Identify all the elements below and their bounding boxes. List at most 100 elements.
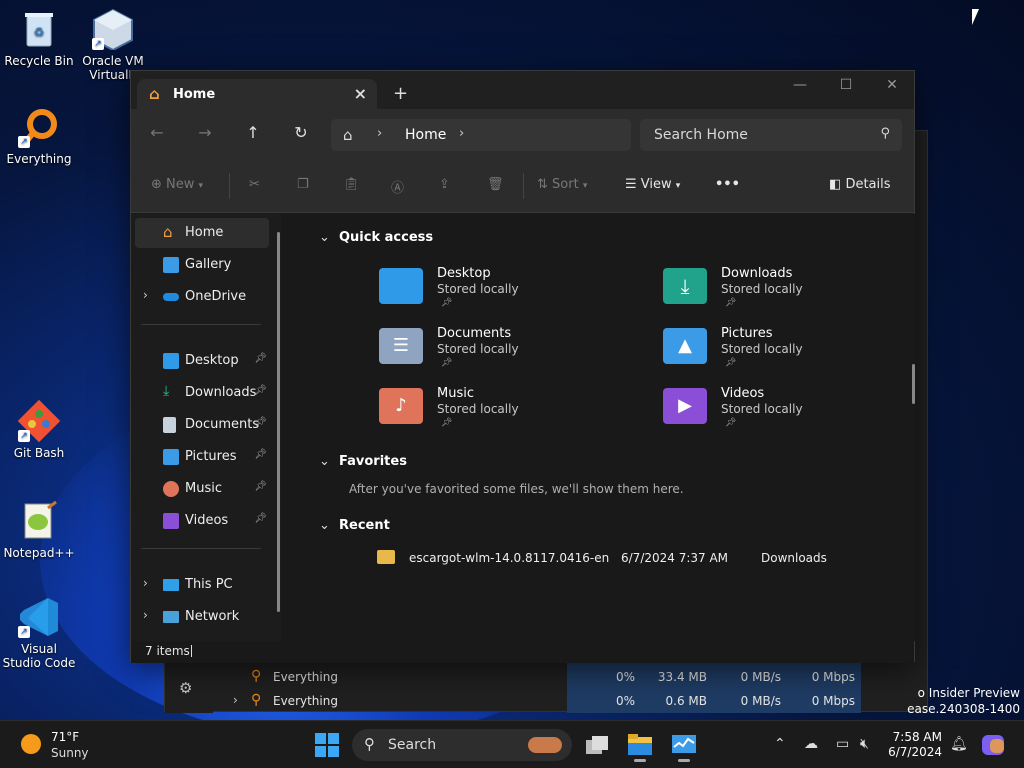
chevron-right-icon[interactable]: › — [377, 126, 382, 141]
chevron-right-icon[interactable]: › — [143, 608, 148, 622]
sidebar-item-network[interactable]: › Network — [135, 602, 269, 632]
sort-label: Sort — [552, 177, 579, 192]
chevron-right-icon[interactable]: › — [459, 126, 464, 141]
paste-icon[interactable]: 📋︎ — [343, 177, 360, 192]
sidebar-item-label: Music — [185, 481, 222, 496]
section-quick-access[interactable]: ⌄ Quick access — [319, 230, 433, 245]
folder-pictures[interactable]: ▲ Pictures Stored locally 📌︎ — [663, 326, 923, 382]
up-icon[interactable]: ↑ — [241, 123, 265, 142]
start-button[interactable] — [314, 732, 342, 758]
weather-condition[interactable]: Sunny — [51, 746, 89, 760]
sidebar-item-label: Home — [185, 225, 224, 240]
sort-button[interactable]: ⇅ Sort ▾ — [537, 177, 587, 192]
task-manager-taskbar-icon[interactable] — [670, 731, 698, 762]
breadcrumb-home[interactable]: Home — [405, 127, 446, 143]
process-name: Everything — [273, 670, 338, 684]
active-app-indicator — [634, 759, 646, 762]
sun-icon[interactable] — [21, 734, 41, 754]
desktop-icon-git-bash[interactable]: ↗ Git Bash — [1, 399, 77, 460]
cut-icon[interactable]: ✂ — [249, 177, 260, 192]
weather-temperature[interactable]: 71°F — [51, 730, 79, 744]
folder-videos[interactable]: ▶ Videos Stored locally 📌︎ — [663, 386, 923, 442]
title-bar[interactable]: ⌂ Home × + — ☐ ✕ — [131, 71, 914, 109]
refresh-icon[interactable]: ↻ — [289, 123, 313, 142]
copy-icon[interactable]: ❐ — [297, 177, 309, 192]
list-item[interactable]: escargot-wlm-14.0.8117.0416-en 6/7/2024 … — [377, 549, 877, 569]
delete-icon[interactable]: 🗑︎ — [487, 177, 504, 192]
close-window-icon[interactable]: ✕ — [869, 77, 915, 93]
sidebar-item-desktop[interactable]: Desktop 📌︎ — [135, 346, 269, 376]
sidebar-item-pictures[interactable]: Pictures 📌︎ — [135, 442, 269, 472]
pictures-folder-icon: ▲ — [663, 328, 707, 364]
expand-chevron-icon[interactable]: › — [233, 693, 238, 707]
taskbar-search[interactable]: ⚲ Search — [352, 729, 572, 761]
recycle-bin-icon: ♻ — [18, 8, 60, 50]
sidebar-item-videos[interactable]: Videos 📌︎ — [135, 506, 269, 536]
new-button[interactable]: ⊕ New ▾ — [151, 177, 203, 192]
view-button[interactable]: ☰ View ▾ — [625, 177, 680, 192]
folder-downloads[interactable]: ⤓ Downloads Stored locally 📌︎ — [663, 266, 923, 322]
chevron-right-icon[interactable]: › — [143, 288, 148, 302]
section-favorites[interactable]: ⌄ Favorites — [319, 454, 407, 469]
close-tab-icon[interactable]: × — [354, 84, 367, 103]
insider-watermark: o Insider Preview — [917, 686, 1020, 700]
videos-icon — [163, 513, 179, 529]
folder-music[interactable]: ♪ Music Stored locally 📌︎ — [379, 386, 639, 442]
process-cpu: 0% — [615, 694, 635, 708]
folder-name: Pictures — [721, 326, 773, 341]
folder-documents[interactable]: ☰ Documents Stored locally 📌︎ — [379, 326, 639, 382]
more-options-button[interactable]: ••• — [715, 177, 740, 192]
volume-muted-icon[interactable]: 🔇︎ — [860, 736, 869, 752]
file-explorer-taskbar-icon[interactable] — [626, 731, 654, 762]
taskbar-clock[interactable]: 7:58 AM 6/7/2024 — [882, 730, 942, 760]
music-folder-icon: ♪ — [379, 388, 423, 424]
chevron-right-icon[interactable]: › — [143, 576, 148, 590]
sidebar-item-label: This PC — [185, 577, 233, 592]
chevron-up-icon[interactable]: ⌃ — [774, 736, 786, 752]
pin-icon: 📌︎ — [725, 358, 737, 368]
desktop-icon-everything[interactable]: ↗ Everything — [1, 106, 77, 166]
maximize-icon[interactable]: ☐ — [823, 77, 869, 93]
nav-scrollbar[interactable] — [277, 232, 280, 612]
svg-text:♻: ♻ — [34, 25, 45, 39]
sidebar-item-label: Desktop — [185, 353, 239, 368]
share-icon[interactable]: ⇪ — [439, 177, 450, 192]
file-explorer-window[interactable]: ⌂ Home × + — ☐ ✕ ← → ↑ ↻ ⌂ › Home › Sear… — [130, 70, 915, 663]
content-scrollbar[interactable] — [912, 364, 915, 404]
new-tab-icon[interactable]: + — [393, 83, 408, 104]
table-row[interactable]: › ⚲ Everything 0% 0.6 MB 0 MB/s 0 Mbps — [165, 687, 929, 715]
pin-icon: 📌︎ — [254, 353, 267, 364]
desktop-icon-notepadpp[interactable]: Notepad++ — [1, 500, 77, 560]
sidebar-item-documents[interactable]: Documents 📌︎ — [135, 410, 269, 440]
search-input[interactable]: Search Home ⚲ — [640, 119, 902, 151]
taskbar: 71°F Sunny ⚲ Search ⌃ ☁︎ ▭ 🔇︎ 7:58 AM 6/… — [0, 720, 1024, 768]
sidebar-item-this-pc[interactable]: › This PC — [135, 570, 269, 600]
forward-icon[interactable]: → — [193, 123, 217, 142]
back-icon[interactable]: ← — [145, 123, 169, 142]
address-bar[interactable]: ⌂ › Home › — [331, 119, 631, 151]
network-off-icon[interactable]: ☁︎ — [804, 736, 818, 752]
notification-bell-icon[interactable]: 🔔︎ — [950, 736, 968, 752]
sidebar-item-gallery[interactable]: Gallery — [135, 250, 269, 280]
sidebar-item-music[interactable]: Music 📌︎ — [135, 474, 269, 504]
virtualbox-icon: ↗ — [92, 8, 134, 52]
desktop-icon-recycle-bin[interactable]: ♻ Recycle Bin — [1, 8, 77, 68]
desktop-icon-vscode[interactable]: ↗ Visual Studio Code — [1, 596, 77, 670]
minimize-icon[interactable]: — — [777, 77, 823, 93]
details-button[interactable]: ◧ Details — [829, 177, 891, 192]
sidebar-item-downloads[interactable]: ⤓ Downloads 📌︎ — [135, 378, 269, 408]
folder-desktop[interactable]: Desktop Stored locally 📌︎ — [379, 266, 639, 322]
everything-icon: ↗ — [18, 106, 60, 148]
details-label: Details — [845, 177, 891, 192]
display-icon[interactable]: ▭ — [836, 736, 849, 752]
music-icon — [163, 481, 179, 497]
documents-folder-icon: ☰ — [379, 328, 423, 364]
rename-icon[interactable]: Ⓐ — [391, 177, 404, 196]
sidebar-item-onedrive[interactable]: › OneDrive — [135, 282, 269, 312]
process-memory: 0.6 MB — [665, 694, 707, 708]
tab-home[interactable]: ⌂ Home × — [137, 79, 377, 109]
copilot-icon[interactable] — [980, 733, 1008, 759]
task-view-icon[interactable] — [584, 734, 612, 760]
sidebar-item-home[interactable]: ⌂ Home — [135, 218, 269, 248]
section-recent[interactable]: ⌄ Recent — [319, 518, 390, 533]
